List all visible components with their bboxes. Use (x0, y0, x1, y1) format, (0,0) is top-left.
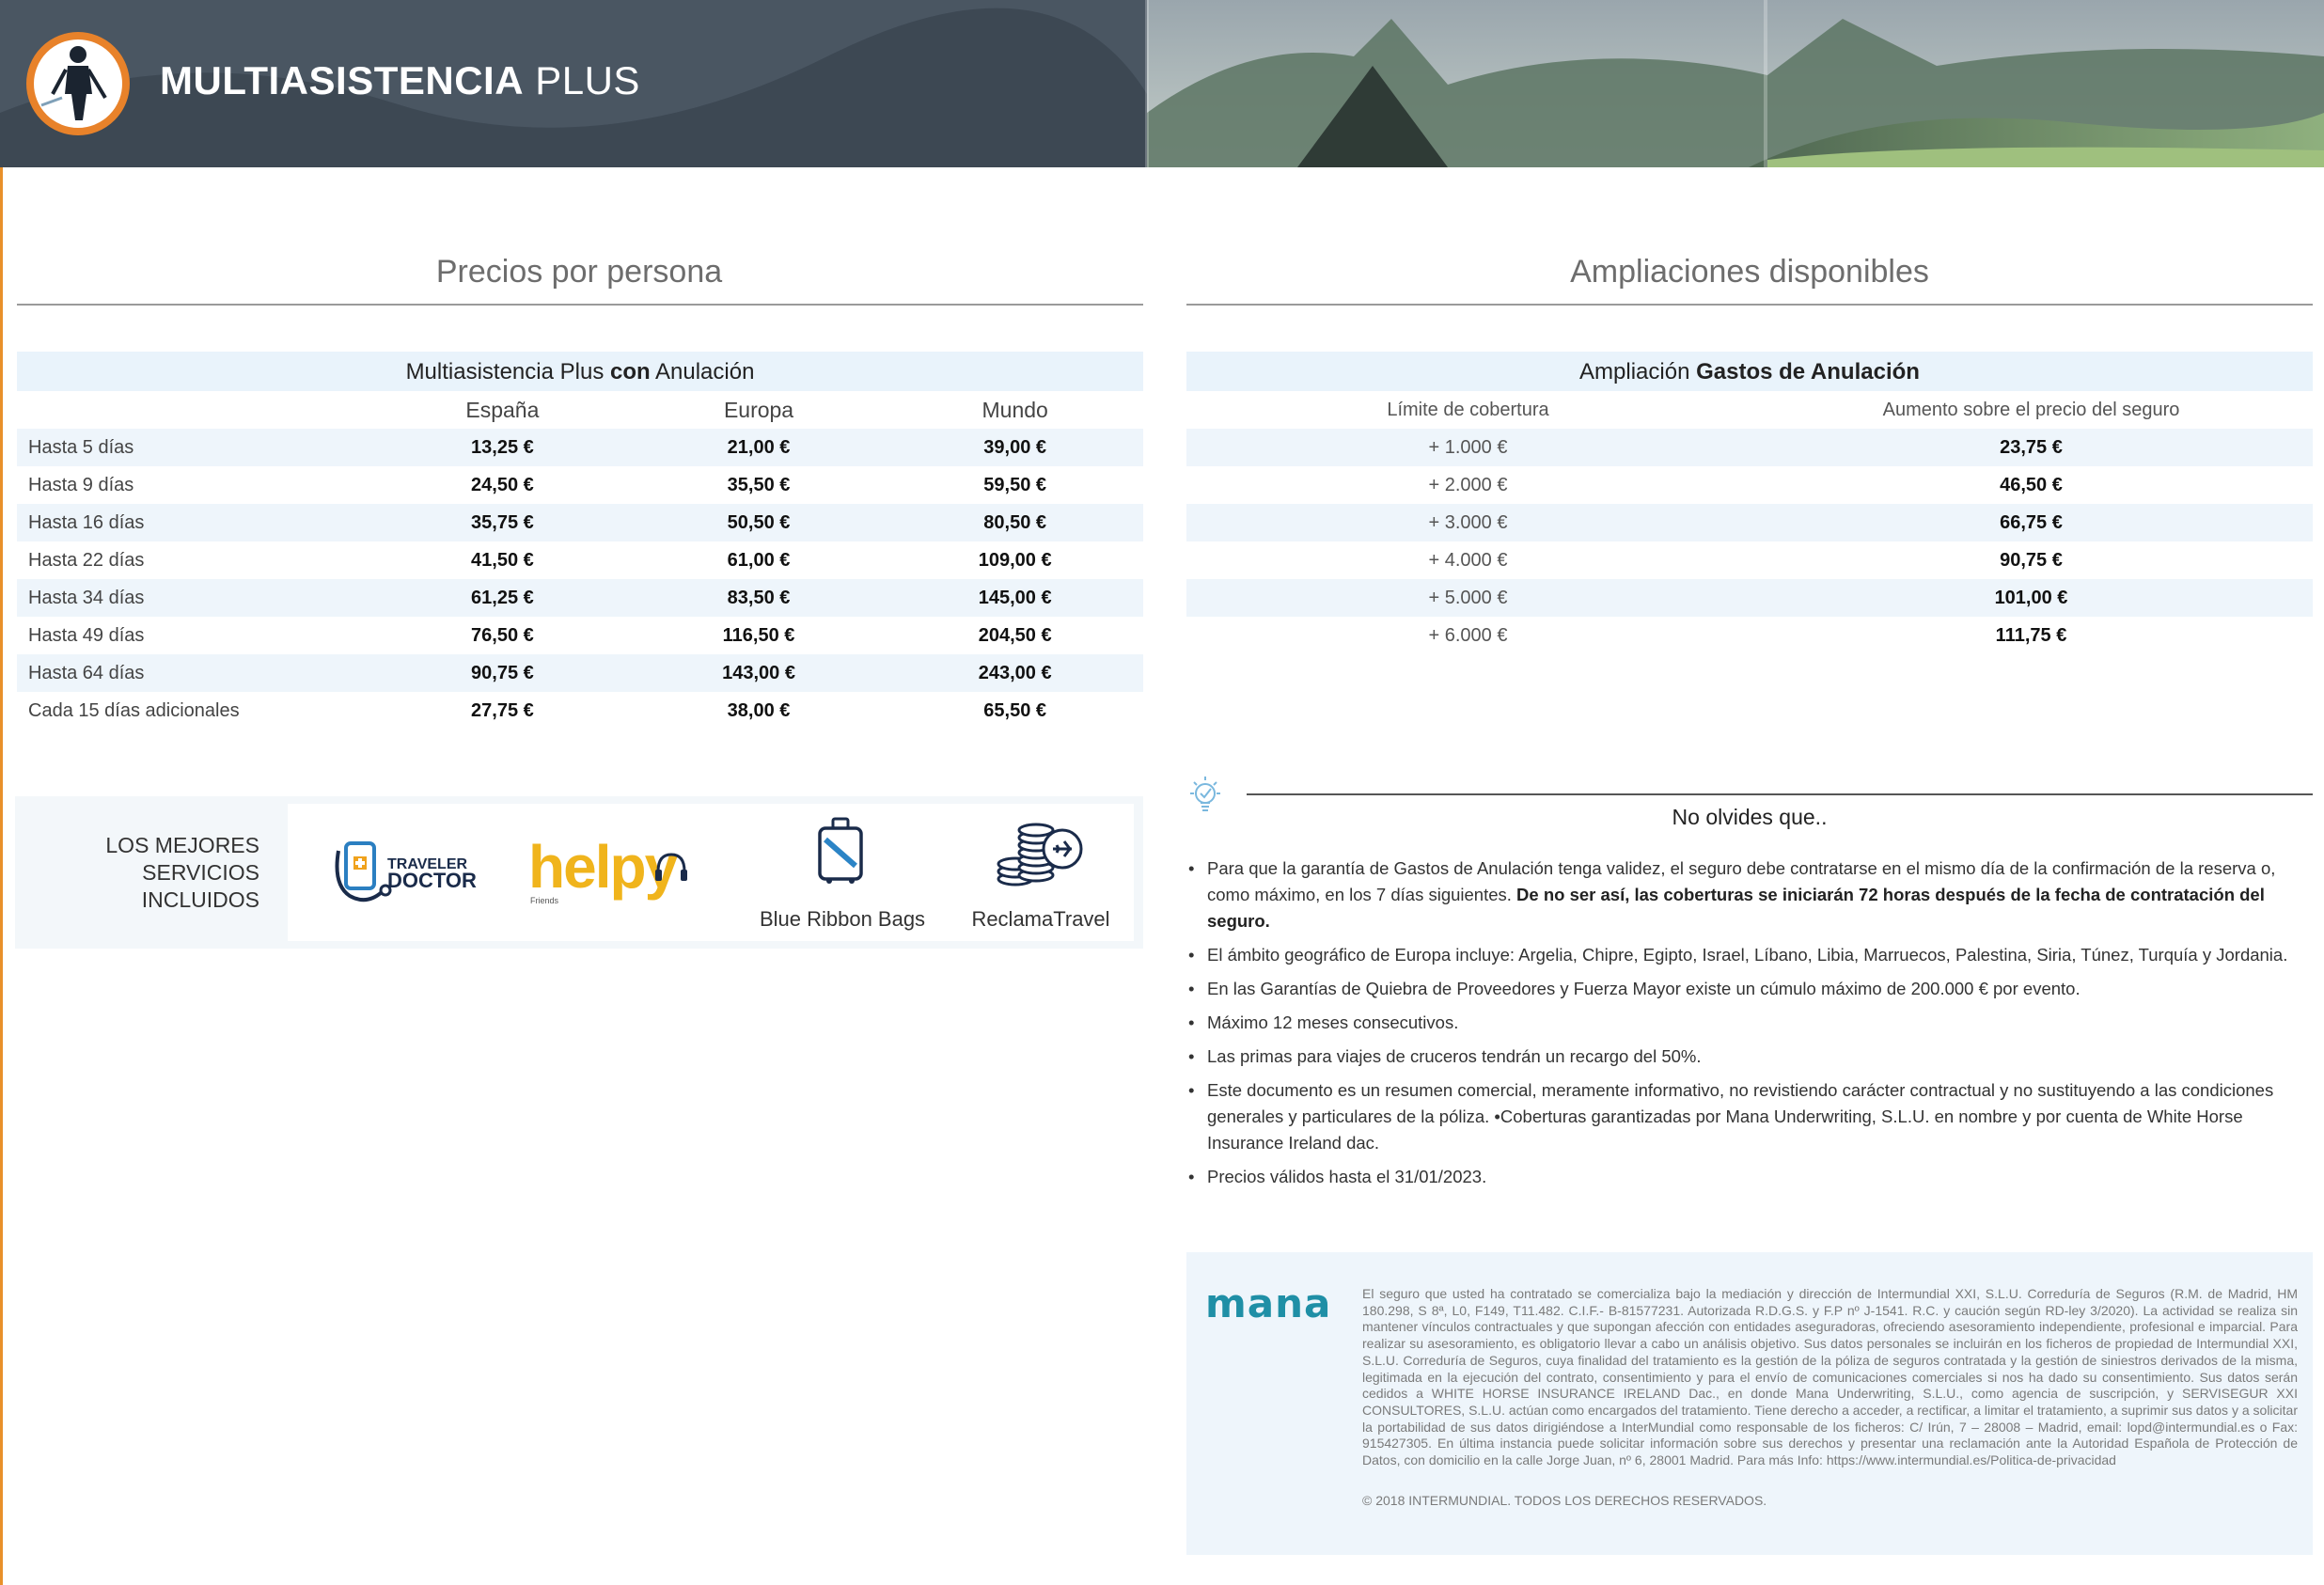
table-row: + 5.000 €101,00 € (1186, 579, 2313, 617)
list-item: Para que la garantía de Gastos de Anulac… (1188, 855, 2313, 934)
table-row: Hasta 22 días 41,50 €61,00 €109,00 € (28, 549, 1052, 571)
notes-title: No olvides que.. (1672, 805, 1828, 829)
prices-table-header: España Europa Mundo (17, 391, 1143, 429)
extensions-table-header: Límite de cobertura Aumento sobre el pre… (1186, 391, 2313, 429)
included-services-box: LOS MEJORES SERVICIOS INCLUIDOS TRAVELER… (15, 796, 1143, 949)
notes-divider (1247, 793, 2313, 795)
mana-logo: mana (1205, 1280, 1332, 1326)
extensions-table: Ampliación Gastos de Anulación Límite de… (1186, 352, 2313, 654)
table-row: Hasta 34 días 61,25 €83,50 €145,00 € (17, 579, 1143, 617)
prices-title-divider (17, 304, 1143, 306)
traveler-doctor-logo: TRAVELER DOCTOR (329, 838, 489, 913)
list-item: Este documento es un resumen comercial, … (1188, 1077, 2313, 1156)
extensions-title-divider (1186, 304, 2313, 306)
traveler-logo-icon (26, 32, 130, 135)
column-header: Europa (723, 397, 794, 422)
helpy-logo: helpy Friends (528, 832, 698, 922)
table-row: Hasta 9 días 24,50 €35,50 €59,50 € (28, 474, 1047, 495)
blue-ribbon-bags-logo: Blue Ribbon Bags (748, 817, 936, 935)
headset-icon (655, 853, 687, 881)
column-header: Mundo (981, 397, 1048, 422)
legal-text: El seguro que usted ha contratado se com… (1362, 1286, 2298, 1468)
table-row: Hasta 64 días 90,75 €143,00 €243,00 € (17, 654, 1143, 692)
services-logos: TRAVELER DOCTOR helpy Friends Blue Ribbo… (288, 804, 1134, 941)
column-header: Aumento sobre el precio del seguro (1882, 399, 2180, 420)
list-item: El ámbito geográfico de Europa incluye: … (1188, 942, 2313, 968)
prices-table: Multiasistencia Plus con Anulación Españ… (17, 352, 1143, 730)
list-item: En las Garantías de Quiebra de Proveedor… (1188, 976, 2313, 1002)
legal-box: mana El seguro que usted ha contratado s… (1186, 1252, 2313, 1555)
reclama-travel-logo: ReclamaTravel (961, 817, 1121, 935)
table-row: + 1.000 €23,75 € (1186, 429, 2313, 466)
prices-section-title: Precios por persona (435, 254, 723, 290)
prices-table-caption: Multiasistencia Plus con Anulación (17, 352, 1143, 391)
table-row: + 3.000 €66,75 € (1186, 504, 2313, 541)
table-row: Hasta 16 días 35,75 €50,50 €80,50 € (17, 504, 1143, 541)
table-row: + 4.000 €90,75 € (1428, 549, 2063, 571)
table-row: Cada 15 días adicionales 27,75 €38,00 €65… (28, 699, 1047, 721)
column-header: Límite de cobertura (1387, 399, 1549, 420)
extensions-section-title: Ampliaciones disponibles (1570, 254, 1929, 290)
header-banner: MULTIASISTENCIA PLUS (0, 0, 2324, 167)
brand-title: MULTIASISTENCIA PLUS (160, 58, 640, 102)
services-label: LOS MEJORES SERVICIOS INCLUIDOS (105, 833, 259, 912)
coins-plane-icon (997, 823, 1083, 887)
extensions-table-caption: Ampliación Gastos de Anulación (1186, 352, 2313, 391)
suitcase-icon (818, 817, 863, 884)
table-row: + 2.000 €46,50 € (1428, 474, 2063, 495)
copyright: © 2018 INTERMUNDIAL. TODOS LOS DERECHOS … (1362, 1493, 1767, 1508)
column-header: España (465, 397, 540, 422)
notes-list: Para que la garantía de Gastos de Anulac… (1188, 855, 2313, 1198)
list-item: Precios válidos hasta el 31/01/2023. (1188, 1164, 2313, 1190)
table-row: + 6.000 €111,75 € (1428, 624, 2067, 646)
table-row: Hasta 49 días 76,50 €116,50 €204,50 € (28, 624, 1052, 646)
table-row: Hasta 5 días 13,25 €21,00 €39,00 € (17, 429, 1143, 466)
list-item: Las primas para viajes de cruceros tendr… (1188, 1044, 2313, 1070)
list-item: Máximo 12 meses consecutivos. (1188, 1010, 2313, 1036)
